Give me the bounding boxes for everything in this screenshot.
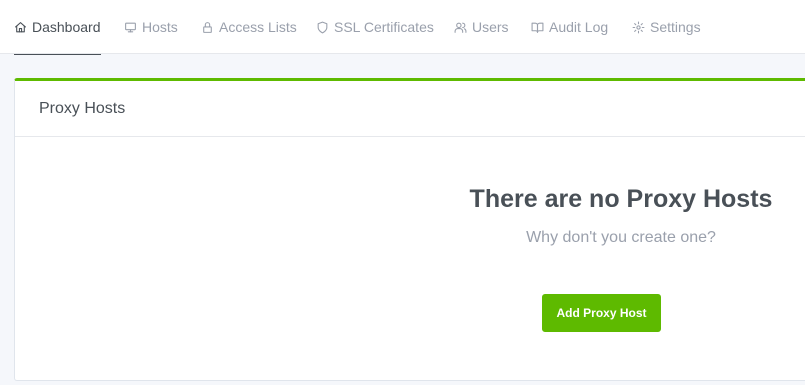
- book-icon: [531, 21, 544, 34]
- nav-label-settings: Settings: [650, 19, 701, 35]
- lock-icon: [201, 21, 214, 34]
- nav-item-hosts[interactable]: Hosts: [124, 0, 178, 54]
- nav-item-ssl-certificates[interactable]: SSL Certificates: [316, 0, 434, 54]
- gear-icon: [632, 21, 645, 34]
- nav-item-dashboard[interactable]: Dashboard: [14, 0, 101, 55]
- users-icon: [454, 21, 467, 34]
- card-header: Proxy Hosts: [15, 81, 805, 137]
- nav-item-users[interactable]: Users: [454, 0, 509, 54]
- home-icon: [14, 21, 27, 34]
- nav-item-access-lists[interactable]: Access Lists: [201, 0, 297, 54]
- add-proxy-host-button[interactable]: Add Proxy Host: [542, 294, 661, 332]
- top-navigation: Dashboard Hosts Access Lists SSL Certifi…: [0, 0, 805, 55]
- monitor-icon: [124, 21, 137, 34]
- empty-state-subtitle: Why don't you create one?: [526, 229, 716, 246]
- nav-label-hosts: Hosts: [142, 19, 178, 35]
- card-title: Proxy Hosts: [39, 99, 126, 117]
- nav-label-audit-log: Audit Log: [549, 19, 609, 35]
- nav-item-audit-log[interactable]: Audit Log: [531, 0, 608, 54]
- nav-label-dashboard: Dashboard: [32, 19, 101, 35]
- nav-label-access-lists: Access Lists: [219, 19, 297, 35]
- nav-item-settings[interactable]: Settings: [632, 0, 701, 54]
- proxy-hosts-card: Proxy Hosts There are no Proxy Hosts Why…: [14, 78, 805, 381]
- shield-icon: [316, 21, 329, 34]
- nav-label-users: Users: [472, 19, 509, 35]
- nav-label-ssl-certificates: SSL Certificates: [334, 19, 434, 35]
- empty-state-title: There are no Proxy Hosts: [469, 185, 773, 213]
